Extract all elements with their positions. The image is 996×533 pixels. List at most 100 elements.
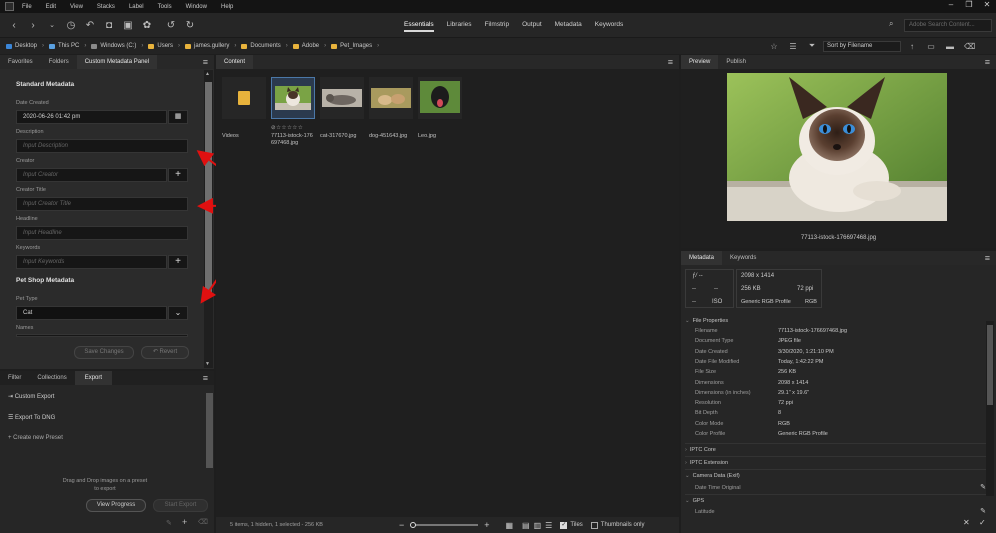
view-list-icon[interactable]: ☰: [545, 521, 552, 530]
camera-icon[interactable]: ◘: [104, 20, 114, 31]
menu-help[interactable]: Help: [221, 4, 233, 10]
menu-tools[interactable]: Tools: [158, 4, 172, 10]
export-scrollbar[interactable]: [206, 393, 213, 468]
tab-publish[interactable]: Publish: [718, 55, 754, 69]
sort-options-icon[interactable]: ☰: [788, 42, 798, 51]
thumbnail-size-slider[interactable]: [410, 522, 479, 528]
camera-data-header[interactable]: ⌄ Camera Data (Exif): [685, 469, 991, 479]
panel-menu-icon[interactable]: ≡: [985, 57, 990, 67]
slider-handle[interactable]: [410, 522, 417, 528]
crumb-user-folder[interactable]: james.gullery ›: [185, 43, 241, 49]
edit-icon[interactable]: ✎: [166, 519, 172, 527]
creator-title-field[interactable]: Input Creator Title: [16, 197, 188, 211]
restore-button[interactable]: ❐: [960, 0, 978, 9]
menu-file[interactable]: File: [22, 4, 32, 10]
metadata-scrollbar[interactable]: [986, 321, 994, 496]
date-created-field[interactable]: 2020-06-26 01:42 pm: [16, 110, 167, 124]
folder-icon[interactable]: ▬: [945, 42, 955, 51]
open-in-camera-raw-icon[interactable]: ✿: [142, 20, 152, 31]
tab-collections[interactable]: Collections: [29, 371, 74, 385]
pet-type-select[interactable]: Cat: [16, 306, 167, 320]
cancel-icon[interactable]: ✕: [963, 518, 970, 527]
back-icon[interactable]: ‹: [9, 20, 19, 31]
menu-view[interactable]: View: [70, 4, 83, 10]
sort-select[interactable]: Sort by Filename: [823, 40, 901, 52]
workspace-essentials[interactable]: Essentials: [404, 19, 434, 32]
view-thumbnails-icon[interactable]: ▤: [522, 521, 530, 530]
new-folder-icon[interactable]: ▭: [926, 42, 936, 51]
tab-keywords[interactable]: Keywords: [722, 251, 764, 265]
scroll-up-icon[interactable]: ▲: [205, 71, 210, 77]
view-details-icon[interactable]: ▥: [534, 521, 542, 530]
crumb-windows-c[interactable]: Windows (C:) ›: [91, 43, 148, 49]
panel-menu-icon[interactable]: ≡: [985, 253, 990, 263]
thumb-cat-317670[interactable]: [320, 77, 364, 119]
crumb-adobe[interactable]: Adobe ›: [292, 43, 331, 49]
zoom-out-icon[interactable]: −: [399, 520, 404, 530]
zoom-in-icon[interactable]: +: [484, 520, 489, 530]
tab-metadata[interactable]: Metadata: [681, 251, 723, 265]
crumb-desktop[interactable]: Desktop ›: [6, 43, 49, 49]
scrollbar-thumb[interactable]: [987, 325, 993, 405]
delete-icon[interactable]: ⌫: [964, 42, 975, 51]
calendar-icon[interactable]: ▦: [168, 110, 188, 124]
star-rating[interactable]: ⊘☆☆☆☆☆: [271, 125, 315, 132]
tiles-checkbox[interactable]: ✓: [560, 521, 568, 529]
file-properties-header[interactable]: ⌄ File Properties: [685, 315, 991, 324]
tab-favorites[interactable]: Favorites: [0, 55, 41, 69]
close-window-button[interactable]: ✕: [978, 0, 996, 9]
description-field[interactable]: Input Description: [16, 139, 188, 153]
crumb-this-pc[interactable]: This PC ›: [49, 43, 91, 49]
recent-icon[interactable]: ◷: [66, 20, 76, 31]
start-export-button[interactable]: Start Export: [153, 499, 208, 512]
headline-field[interactable]: Input Headline: [16, 226, 188, 240]
workspace-filmstrip[interactable]: Filmstrip: [485, 19, 510, 32]
create-preset-item[interactable]: + Create new Preset: [8, 435, 63, 441]
add-creator-button[interactable]: +: [168, 168, 188, 182]
panel-menu-icon[interactable]: ≡: [203, 57, 208, 67]
panel-menu-icon[interactable]: ≡: [668, 57, 673, 67]
thumb-leo[interactable]: [418, 77, 462, 119]
tab-folders[interactable]: Folders: [41, 55, 77, 69]
dropdown-icon[interactable]: ⌄: [47, 21, 57, 29]
apply-icon[interactable]: ✓: [979, 518, 986, 527]
trash-icon[interactable]: ⌫: [198, 518, 208, 526]
menu-window[interactable]: Window: [186, 4, 207, 10]
crumb-documents[interactable]: Documents ›: [241, 43, 292, 49]
crumb-pet-images[interactable]: Pet_Images ›: [331, 43, 384, 49]
tab-filter[interactable]: Filter: [0, 371, 29, 385]
revert-button[interactable]: ↶ Revert: [141, 346, 189, 359]
custom-export-item[interactable]: ⇥ Custom Export: [8, 393, 54, 400]
save-changes-button[interactable]: Save Changes: [74, 346, 134, 359]
forward-icon[interactable]: ›: [28, 20, 38, 31]
menu-edit[interactable]: Edit: [46, 4, 56, 10]
gps-header[interactable]: ⌄ GPS: [685, 494, 991, 504]
sort-direction-icon[interactable]: ↑: [907, 42, 917, 51]
tab-custom-metadata[interactable]: Custom Metadata Panel: [76, 55, 158, 69]
iptc-core-header[interactable]: › IPTC Core: [685, 443, 991, 453]
workspace-keywords[interactable]: Keywords: [595, 19, 624, 32]
chevron-down-icon[interactable]: ⌄: [168, 306, 188, 320]
panel-menu-icon[interactable]: ≡: [203, 373, 208, 383]
edit-pencil-icon[interactable]: ✎: [980, 507, 986, 515]
rotate-right-icon[interactable]: ↻: [185, 20, 195, 31]
refine-icon[interactable]: ▣: [123, 20, 133, 31]
crumb-users[interactable]: Users ›: [148, 43, 185, 49]
workspace-libraries[interactable]: Libraries: [447, 19, 472, 32]
workspace-metadata[interactable]: Metadata: [555, 19, 582, 32]
thumb-cat-istock[interactable]: [271, 77, 315, 119]
names-field[interactable]: [16, 334, 188, 337]
tab-preview[interactable]: Preview: [681, 55, 719, 69]
export-to-dng-item[interactable]: ☰ Export To DNG: [8, 414, 55, 421]
thumb-dog-451643[interactable]: [369, 77, 413, 119]
thumb-videos[interactable]: [222, 77, 266, 119]
grid-lock-icon[interactable]: ▦: [505, 521, 513, 530]
filter-icon[interactable]: ⏷: [807, 41, 817, 51]
minimize-button[interactable]: –: [942, 0, 960, 9]
scroll-down-icon[interactable]: ▼: [205, 361, 210, 367]
search-icon[interactable]: ⌕: [889, 19, 893, 29]
tab-content[interactable]: Content: [216, 55, 254, 69]
keywords-field[interactable]: Input Keywords: [16, 255, 167, 269]
star-filter-icon[interactable]: ☆: [769, 42, 779, 51]
add-keyword-button[interactable]: +: [168, 255, 188, 269]
